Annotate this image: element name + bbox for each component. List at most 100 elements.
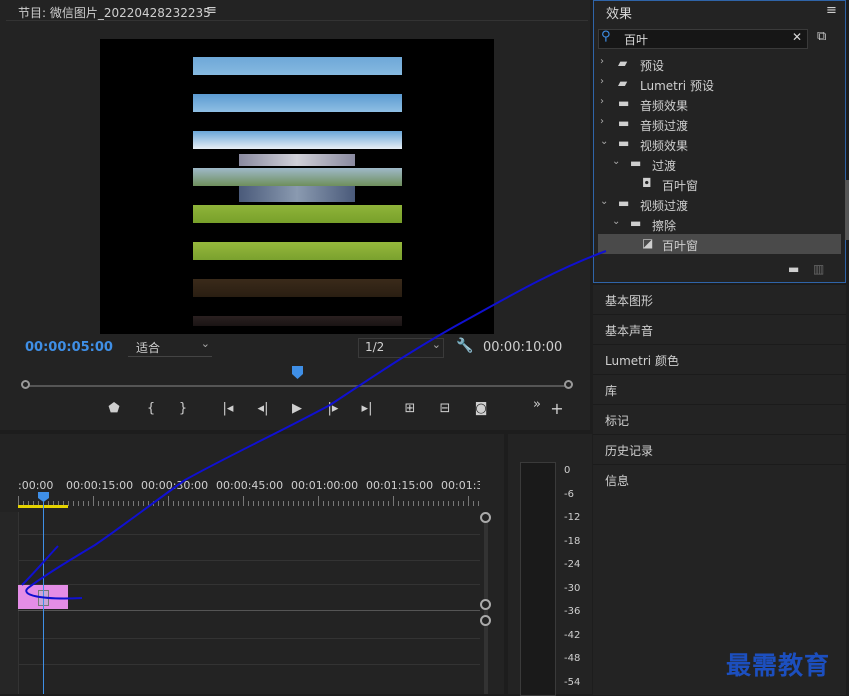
tree-arrow-icon: › bbox=[600, 116, 604, 127]
tree-item-lumetri-presets[interactable]: › ▰ Lumetri 预设 bbox=[598, 74, 841, 94]
venetian-slat bbox=[193, 316, 402, 326]
track-headers[interactable] bbox=[0, 512, 19, 694]
step-forward-icon[interactable]: |▸ bbox=[323, 401, 343, 416]
folder-icon: ▬ bbox=[630, 216, 642, 230]
panel-lumetri-color[interactable]: Lumetri 颜色 bbox=[593, 344, 846, 374]
timeline-ruler[interactable]: :00:00 00:00:15:00 00:00:30:00 00:00:45:… bbox=[18, 479, 480, 495]
tree-arrow-icon: › bbox=[600, 76, 604, 87]
zoom-fit-select[interactable]: 适合 ⌄ bbox=[128, 337, 212, 357]
tree-item-transition[interactable]: ⌄ ▬ 过渡 bbox=[598, 154, 841, 174]
panel-essential-sound[interactable]: 基本声音 bbox=[593, 314, 846, 344]
resolution-select[interactable]: 1/2 ⌄ bbox=[358, 338, 444, 358]
panel-scrollbar[interactable] bbox=[845, 180, 849, 240]
track-divider bbox=[18, 584, 480, 585]
panel-libraries[interactable]: 库 bbox=[593, 374, 846, 404]
tree-arrow-icon: ⌄ bbox=[612, 216, 621, 227]
panel-essential-graphics[interactable]: 基本图形 bbox=[593, 284, 846, 314]
ruler-label: :00:00 bbox=[18, 479, 54, 492]
button-editor-plus-icon[interactable]: + bbox=[547, 399, 567, 418]
scroll-handle[interactable] bbox=[480, 615, 491, 626]
divider bbox=[6, 20, 588, 21]
add-marker-icon[interactable]: ⬟ bbox=[104, 401, 124, 416]
playhead-marker-icon[interactable] bbox=[291, 366, 303, 379]
venetian-slat bbox=[193, 242, 402, 260]
effects-panel-title[interactable]: 效果 bbox=[606, 3, 632, 22]
more-controls-icon[interactable]: » bbox=[527, 397, 547, 412]
tree-item-video-effects[interactable]: ⌄ ▬ 视频效果 bbox=[598, 134, 841, 154]
ruler-label: 00:00:15:00 bbox=[66, 479, 134, 492]
tree-item-video-transitions[interactable]: ⌄ ▬ 视频过渡 bbox=[598, 194, 841, 214]
new-bin-folder-icon[interactable]: ▬ bbox=[788, 262, 799, 276]
panel-markers[interactable]: 标记 bbox=[593, 404, 846, 434]
panel-label: Lumetri 颜色 bbox=[605, 354, 679, 368]
meter-scale-label: -12 bbox=[564, 512, 581, 523]
scroll-handle[interactable] bbox=[480, 599, 491, 610]
tree-arrow-icon: › bbox=[600, 96, 604, 107]
timeline-vertical-scrollbar[interactable] bbox=[480, 512, 491, 694]
effect-icon: ◘ bbox=[642, 176, 652, 190]
play-icon[interactable]: ▶ bbox=[287, 401, 307, 416]
tree-item-label: 音频效果 bbox=[640, 99, 689, 113]
go-to-in-icon[interactable]: |◂ bbox=[218, 401, 238, 416]
tree-item-wipe[interactable]: ⌄ ▬ 擦除 bbox=[598, 214, 841, 234]
tree-item-label: 预设 bbox=[640, 59, 665, 73]
venetian-slat bbox=[193, 94, 402, 112]
star-folder-icon: ▰ bbox=[618, 56, 628, 70]
new-preset-bin-icon[interactable]: ⧉ bbox=[817, 29, 826, 44]
mark-out-icon[interactable]: } bbox=[173, 401, 193, 416]
timeline-playhead-icon[interactable] bbox=[38, 492, 49, 502]
effects-menu-icon[interactable]: ≡ bbox=[826, 3, 837, 18]
tree-arrow-icon: › bbox=[600, 56, 604, 67]
go-to-out-icon[interactable]: ▸| bbox=[357, 401, 377, 416]
ruler-label: 00:00:45:00 bbox=[216, 479, 284, 492]
track-divider bbox=[18, 534, 480, 535]
folder-icon: ▬ bbox=[618, 196, 630, 210]
panel-history[interactable]: 历史记录 bbox=[593, 434, 846, 464]
scroll-handle[interactable] bbox=[480, 512, 491, 523]
export-frame-icon[interactable]: ◙ bbox=[471, 401, 491, 416]
program-menu-icon[interactable]: ≡ bbox=[206, 3, 217, 18]
current-timecode[interactable]: 00:00:05:00 bbox=[25, 340, 113, 355]
ruler-label: 00:01:00:00 bbox=[291, 479, 359, 492]
meter-scale-label: -24 bbox=[564, 559, 581, 570]
folder-icon: ▬ bbox=[630, 156, 642, 170]
overwrite-icon[interactable]: ⊟ bbox=[435, 401, 455, 416]
ruler-ticks bbox=[18, 496, 479, 506]
tree-item-venetian-blinds-transition[interactable]: ◪ 百叶窗 bbox=[598, 234, 841, 254]
program-scrub-bar[interactable] bbox=[21, 380, 573, 389]
tree-item-label: 擦除 bbox=[652, 219, 677, 233]
insert-icon[interactable]: ⊞ bbox=[400, 401, 420, 416]
clear-search-icon[interactable]: ✕ bbox=[792, 30, 802, 44]
tree-item-label: 视频过渡 bbox=[640, 199, 689, 213]
mark-in-icon[interactable]: { bbox=[141, 401, 161, 416]
folder-icon: ▬ bbox=[618, 136, 630, 150]
scrub-in-handle[interactable] bbox=[21, 380, 30, 389]
step-back-icon[interactable]: ◂| bbox=[253, 401, 273, 416]
venetian-slat bbox=[239, 154, 355, 166]
timeline-tracks[interactable] bbox=[18, 512, 480, 694]
program-monitor-title[interactable]: 节目: 微信图片_20220428232235 bbox=[18, 4, 211, 21]
tree-item-audio-transitions[interactable]: › ▬ 音频过渡 bbox=[598, 114, 841, 134]
watermark-logo: 最需教育 bbox=[726, 651, 831, 680]
panel-label: 库 bbox=[605, 384, 618, 398]
scrub-out-handle[interactable] bbox=[564, 380, 573, 389]
tree-item-audio-effects[interactable]: › ▬ 音频效果 bbox=[598, 94, 841, 114]
panel-label: 基本图形 bbox=[605, 294, 654, 308]
tree-item-venetian-blinds-effect[interactable]: ◘ 百叶窗 bbox=[598, 174, 841, 194]
tree-item-label: 百叶窗 bbox=[662, 239, 699, 253]
transport-controls: ⬟ { } |◂ ◂| ▶ |▸ ▸| ⊞ ⊟ ◙ » + bbox=[0, 397, 590, 421]
ruler-label: 00:01:15:00 bbox=[366, 479, 434, 492]
settings-wrench-icon[interactable]: 🔧 bbox=[456, 338, 473, 354]
trash-icon[interactable]: ▥ bbox=[813, 262, 824, 276]
panel-label: 基本声音 bbox=[605, 324, 654, 338]
timeline-playhead-line[interactable] bbox=[43, 500, 44, 694]
venetian-slat bbox=[193, 205, 402, 223]
meter-scale-label: -42 bbox=[564, 629, 581, 641]
video-preview bbox=[100, 39, 494, 334]
venetian-slat bbox=[193, 279, 402, 297]
zoom-fit-value: 适合 bbox=[136, 341, 161, 355]
track-divider bbox=[18, 610, 480, 611]
ruler-label: 00:00:30:00 bbox=[141, 479, 209, 492]
meter-scale-label: -6 bbox=[564, 488, 574, 500]
tree-item-presets[interactable]: › ▰ 预设 bbox=[598, 54, 841, 74]
